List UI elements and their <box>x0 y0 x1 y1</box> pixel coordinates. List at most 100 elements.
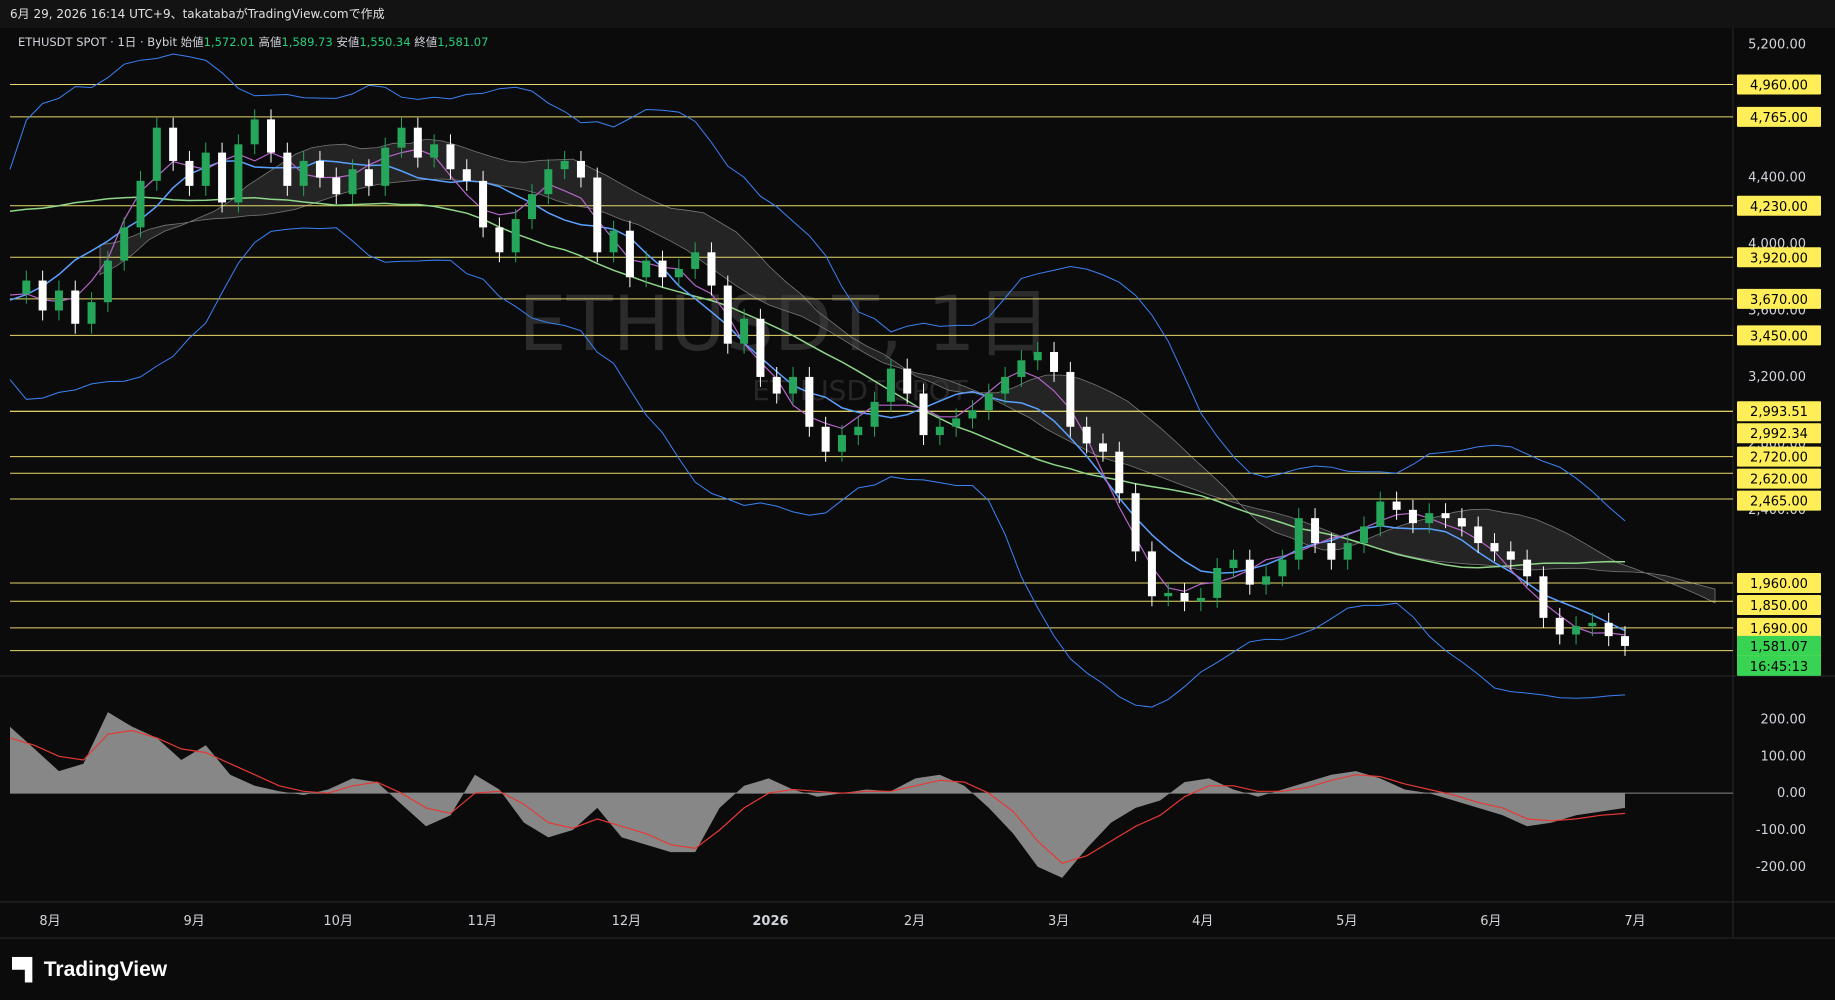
candle-body <box>789 376 798 394</box>
level-badge-8-label: 2,720.00 <box>1750 451 1808 466</box>
level-badge-1-label: 4,765.00 <box>1750 111 1808 126</box>
candle <box>723 275 732 354</box>
candle-body <box>870 401 879 427</box>
time-tick-2: 10月 <box>323 914 353 929</box>
candle-body <box>886 368 895 402</box>
candle <box>136 170 145 238</box>
candle-body <box>756 318 765 377</box>
candle-body <box>1164 592 1173 597</box>
current-price-badge-label: 1,581.07 <box>1750 640 1808 655</box>
macd-tick-4: -200.00 <box>1756 860 1806 875</box>
level-badge-0-label: 4,960.00 <box>1750 78 1808 93</box>
candle-body <box>1115 451 1124 494</box>
candle-body <box>218 152 227 203</box>
candle-body <box>576 160 585 178</box>
candle-body <box>1408 509 1417 524</box>
time-tick-8: 4月 <box>1192 914 1213 929</box>
macd-tick-1: 100.00 <box>1761 749 1807 764</box>
candle-body <box>348 169 357 195</box>
tradingview-logo-icon: ▀▌ <box>12 958 40 981</box>
candle-body <box>1392 501 1401 510</box>
candle-body <box>1262 576 1271 585</box>
candle <box>593 167 602 263</box>
candle-body <box>805 376 814 427</box>
tradingview-logo[interactable]: ▀▌ TradingView <box>12 958 167 982</box>
level-badge-6-label: 2,993.51 <box>1750 405 1808 420</box>
candle-body <box>1506 551 1515 560</box>
level-badge-13-label: 1,690.00 <box>1750 622 1808 637</box>
level-badge-9-label: 2,620.00 <box>1750 473 1808 488</box>
candle-body <box>299 160 308 186</box>
candle-body <box>381 147 390 186</box>
legend-high-value: 1,589.73 <box>281 35 333 49</box>
price-tick-0: 5,200.00 <box>1748 38 1806 53</box>
candle-body <box>1278 559 1287 577</box>
candle-body <box>560 160 569 170</box>
level-badge-5-label: 3,450.00 <box>1750 329 1808 344</box>
candle-body <box>723 285 732 344</box>
level-badge-5: 3,450.00 <box>1737 325 1821 346</box>
candle-body <box>38 280 47 311</box>
level-badge-10-label: 2,465.00 <box>1750 495 1808 510</box>
level-badge-4: 3,670.00 <box>1737 288 1821 309</box>
level-badge-3-label: 3,920.00 <box>1750 251 1808 266</box>
legend-close-label: 終値 <box>414 35 438 49</box>
candle <box>756 308 765 387</box>
candle-body <box>413 127 422 158</box>
candle-body <box>71 290 80 324</box>
candle-body <box>1147 551 1156 597</box>
countdown-badge: 16:45:13 <box>1737 655 1821 676</box>
current-price-badge: 1,581.07 <box>1737 635 1821 656</box>
candle <box>1131 483 1140 562</box>
candle-body <box>1490 543 1499 552</box>
candle-body <box>430 144 439 158</box>
candle-body <box>1131 493 1140 552</box>
candle-body <box>1327 543 1336 560</box>
candle-body <box>495 227 504 253</box>
legend-open-label: 始値 <box>180 35 204 49</box>
candle-body <box>707 252 716 286</box>
chart-canvas[interactable]: ETHUSDT, 1日 ETHUSDT SPOT 5,200.004,400.0… <box>0 0 1835 1000</box>
candle <box>152 117 161 191</box>
candle-body <box>446 144 455 170</box>
candle-body <box>250 119 259 145</box>
candle-body <box>185 160 194 186</box>
candle-body <box>364 169 373 186</box>
level-badge-13: 1,690.00 <box>1737 617 1821 638</box>
legend-close-value: 1,581.07 <box>437 35 489 49</box>
candle-body <box>609 230 618 253</box>
candle-body <box>462 169 471 181</box>
candle <box>1066 361 1075 437</box>
candle-body <box>1539 576 1548 618</box>
candle-body <box>772 376 781 394</box>
legend-open-value: 1,572.01 <box>203 35 255 49</box>
time-tick-0: 8月 <box>39 914 60 929</box>
level-badge-6: 2,993.51 <box>1737 401 1821 422</box>
candle-body <box>1523 559 1532 577</box>
candle-body <box>593 177 602 253</box>
candle-body <box>691 252 700 269</box>
candle-body <box>1376 501 1385 527</box>
level-badge-8: 2,720.00 <box>1737 446 1821 467</box>
candle <box>234 134 243 213</box>
candle-body <box>283 152 292 186</box>
candle-body <box>935 426 944 436</box>
candle-body <box>919 393 928 436</box>
candle-body <box>984 393 993 411</box>
level-badge-12-label: 1,850.00 <box>1750 599 1808 614</box>
level-badge-11: 1,960.00 <box>1737 572 1821 593</box>
candle <box>479 170 488 238</box>
candle <box>625 220 634 288</box>
candle-body <box>1098 443 1107 452</box>
candle-body <box>120 227 129 261</box>
level-badge-12: 1,850.00 <box>1737 594 1821 615</box>
candle-body <box>625 230 634 278</box>
time-tick-11: 7月 <box>1624 914 1645 929</box>
legend-symbol: ETHUSDT SPOT · 1日 · Bybit <box>18 35 177 49</box>
candle-body <box>479 180 488 228</box>
candle-body <box>87 302 96 324</box>
candle-body <box>1082 426 1091 444</box>
candle-body <box>22 280 31 294</box>
level-badge-4-label: 3,670.00 <box>1750 293 1808 308</box>
candle-body <box>169 127 178 161</box>
